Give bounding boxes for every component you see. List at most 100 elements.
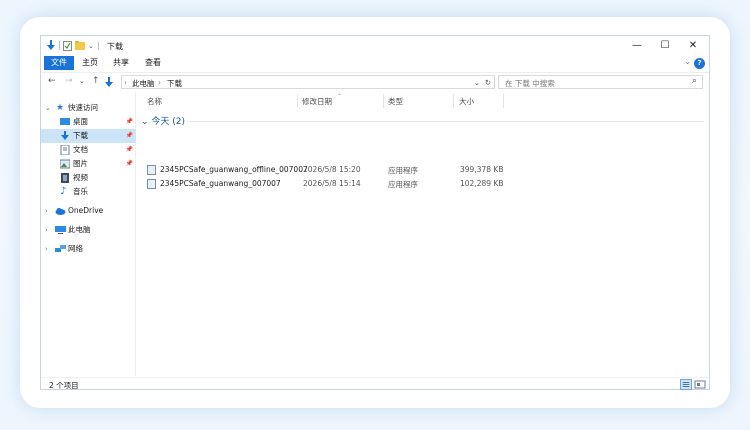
- file-date: 2026/5/8 15:20: [303, 165, 361, 174]
- file-row[interactable]: 2345PCSafe_guanwang_007007 2026/5/8 15:1…: [145, 178, 705, 191]
- nav-item-downloads[interactable]: 下载 📌: [41, 129, 136, 143]
- column-header-date[interactable]: 修改日期: [302, 96, 332, 107]
- nav-label: 文档: [73, 145, 88, 154]
- download-location-icon: [105, 77, 113, 87]
- maximize-button[interactable]: ☐: [651, 39, 679, 53]
- video-icon: [61, 173, 69, 183]
- nav-quick-access[interactable]: ⌄ ★ 快速访问: [41, 101, 136, 115]
- tab-share[interactable]: 共享: [108, 56, 134, 70]
- download-icon: [61, 131, 69, 140]
- breadcrumb-separator: ›: [124, 78, 127, 87]
- pin-icon: 📌: [125, 146, 133, 153]
- pictures-icon: [60, 159, 70, 169]
- star-icon: ★: [56, 103, 65, 113]
- recent-locations-button[interactable]: ⌄: [79, 77, 85, 85]
- nav-item-desktop[interactable]: 桌面 📌: [41, 115, 136, 129]
- column-header-size[interactable]: 大小: [459, 96, 474, 107]
- file-type: 应用程序: [388, 166, 418, 175]
- new-folder-icon[interactable]: [75, 40, 85, 51]
- desktop-icon: [60, 118, 70, 125]
- large-icons-view-icon[interactable]: [694, 379, 706, 390]
- back-button[interactable]: ←: [48, 76, 56, 86]
- nav-label: 桌面: [73, 117, 88, 126]
- column-header-name[interactable]: 名称: [147, 96, 162, 107]
- collapsed-chevron-icon[interactable]: ›: [45, 223, 48, 237]
- file-type: 应用程序: [388, 180, 418, 189]
- nav-label: 图片: [73, 159, 88, 168]
- breadcrumb-downloads[interactable]: 下载: [167, 78, 182, 89]
- customize-toolbar-icon[interactable]: ⌄: [88, 42, 94, 50]
- title-divider: |: [96, 41, 100, 50]
- help-icon[interactable]: ?: [694, 58, 705, 69]
- file-list: 名称 修改日期 ⌄ 类型 大小 ⌄ 今天 (2) 2345PCSafe_guan…: [137, 90, 711, 376]
- column-divider[interactable]: [297, 94, 298, 108]
- file-size: 102,289 KB: [460, 179, 504, 188]
- minimize-button[interactable]: —: [623, 39, 651, 53]
- nav-label: 视频: [73, 173, 88, 182]
- group-label: 今天 (2): [151, 117, 186, 127]
- nav-item-music[interactable]: ♪ 音乐: [41, 185, 136, 199]
- column-header-type[interactable]: 类型: [388, 96, 403, 107]
- file-name: 2345PCSafe_guanwang_007007: [160, 179, 281, 188]
- address-bar[interactable]: › 此电脑 › 下载 ⌄ ↻: [105, 75, 495, 89]
- breadcrumb-this-pc[interactable]: 此电脑: [132, 78, 155, 89]
- forward-button[interactable]: →: [65, 76, 73, 86]
- nav-label: 此电脑: [68, 225, 91, 234]
- properties-icon[interactable]: [63, 40, 72, 51]
- column-divider[interactable]: [383, 94, 384, 108]
- expanded-chevron-icon[interactable]: ⌄: [45, 101, 51, 115]
- nav-label: 网络: [68, 244, 83, 253]
- title-bar[interactable]: ⌄ | 下载 — ☐ ✕: [41, 36, 709, 56]
- sort-indicator-icon: ⌄: [337, 90, 343, 97]
- nav-this-pc[interactable]: › 此电脑: [41, 223, 136, 237]
- nav-network[interactable]: › 网络: [41, 242, 136, 256]
- network-icon: [55, 245, 66, 252]
- download-folder-icon: [47, 40, 55, 50]
- music-icon: ♪: [60, 186, 67, 197]
- application-icon: [147, 165, 156, 175]
- tab-view[interactable]: 查看: [140, 56, 166, 70]
- address-dropdown-icon[interactable]: ⌄: [474, 78, 480, 87]
- pin-icon: 📌: [125, 132, 133, 139]
- file-name: 2345PCSafe_guanwang_offline_007007: [160, 165, 308, 174]
- group-divider: [189, 121, 704, 122]
- nav-item-videos[interactable]: 视频: [41, 171, 136, 185]
- quick-access-toolbar: ⌄ |: [46, 40, 100, 51]
- collapsed-chevron-icon[interactable]: ›: [45, 204, 48, 218]
- item-count: 2 个项目: [49, 381, 79, 390]
- nav-label: 音乐: [73, 187, 88, 196]
- group-chevron-icon[interactable]: ⌄: [141, 117, 149, 127]
- ribbon-tabs: 文件 主页 共享 查看 ⌄ ?: [41, 56, 709, 70]
- nav-onedrive[interactable]: › OneDrive: [41, 204, 136, 218]
- document-icon: [60, 145, 70, 155]
- file-row[interactable]: 2345PCSafe_guanwang_offline_007007 2026/…: [145, 164, 705, 177]
- pin-icon: 📌: [125, 160, 133, 167]
- divider: [59, 41, 60, 50]
- window-title: 下载: [107, 42, 123, 51]
- tab-home[interactable]: 主页: [77, 56, 103, 70]
- nav-label: 快速访问: [68, 103, 98, 112]
- navigation-pane: ⌄ ★ 快速访问 桌面 📌 下载 📌 文档 📌 图片 📌 视频 ♪ 音乐 › O…: [41, 92, 136, 376]
- search-placeholder: 在 下载 中搜索: [505, 79, 555, 88]
- computer-icon: [55, 226, 66, 234]
- nav-item-pictures[interactable]: 图片 📌: [41, 157, 136, 171]
- search-icon: ⌕: [691, 76, 697, 86]
- column-divider[interactable]: [503, 94, 504, 108]
- navigation-bar: ← → ⌄ ↑ › 此电脑 › 下载 ⌄ ↻ 在 下载 中搜索 ⌕: [41, 72, 709, 90]
- search-box[interactable]: 在 下载 中搜索 ⌕: [498, 75, 703, 89]
- expand-ribbon-icon[interactable]: ⌄: [684, 57, 691, 66]
- group-header-today[interactable]: ⌄ 今天 (2): [141, 114, 185, 127]
- nav-label: OneDrive: [68, 206, 104, 215]
- details-view-icon[interactable]: [680, 379, 692, 390]
- collapsed-chevron-icon[interactable]: ›: [45, 242, 48, 256]
- nav-item-documents[interactable]: 文档 📌: [41, 143, 136, 157]
- up-button[interactable]: ↑: [92, 76, 100, 86]
- status-bar: 2 个项目: [41, 377, 709, 391]
- breadcrumb-separator: ›: [158, 78, 161, 87]
- tab-file[interactable]: 文件: [44, 56, 74, 70]
- file-date: 2026/5/8 15:14: [303, 179, 361, 188]
- refresh-button[interactable]: ↻: [485, 78, 491, 87]
- nav-label: 下载: [73, 131, 88, 140]
- close-button[interactable]: ✕: [679, 39, 707, 53]
- column-divider[interactable]: [453, 94, 454, 108]
